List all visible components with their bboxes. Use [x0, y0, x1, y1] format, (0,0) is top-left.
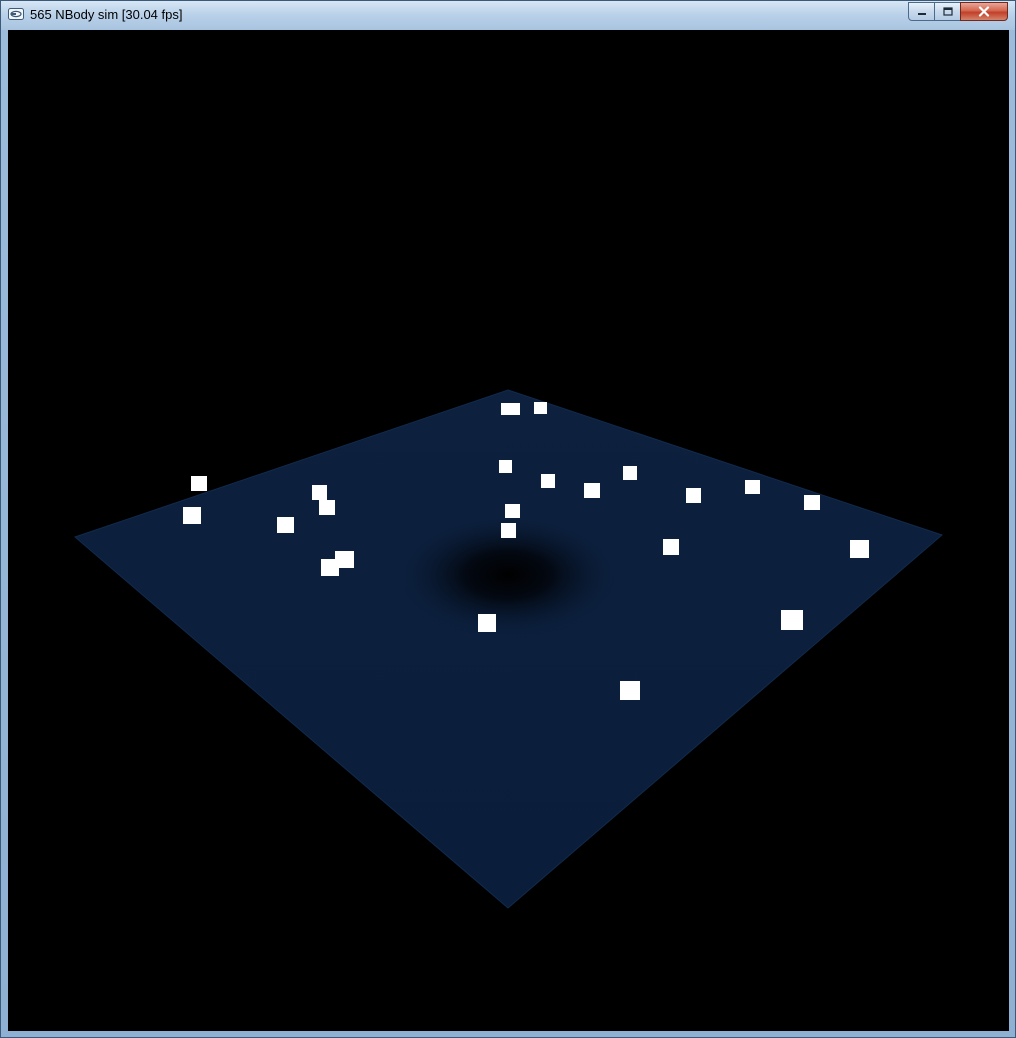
body — [623, 466, 637, 480]
body — [686, 488, 701, 503]
maximize-icon — [942, 7, 953, 16]
close-button[interactable] — [960, 2, 1008, 21]
body — [183, 507, 201, 524]
body — [505, 504, 520, 518]
window-bottom-border — [1, 1031, 1015, 1037]
body — [541, 474, 555, 488]
body — [781, 610, 803, 630]
body — [804, 495, 820, 510]
body — [501, 523, 516, 538]
body — [850, 540, 869, 558]
app-window: 565 NBody sim [30.04 fps] — [0, 0, 1016, 1038]
body — [319, 500, 335, 515]
body — [499, 460, 512, 473]
maximize-button[interactable] — [934, 2, 961, 21]
body — [509, 403, 520, 415]
body — [321, 559, 339, 576]
body — [478, 614, 496, 632]
window-title: 565 NBody sim [30.04 fps] — [30, 7, 183, 22]
body — [663, 539, 679, 555]
nbody-scene — [74, 389, 943, 909]
minimize-icon — [917, 12, 926, 15]
minimize-button[interactable] — [908, 2, 935, 21]
body — [745, 480, 760, 494]
close-icon — [978, 6, 990, 17]
render-viewport[interactable] — [8, 30, 1009, 1031]
app-window-icon — [8, 8, 24, 20]
body — [191, 476, 207, 491]
body — [277, 517, 294, 533]
body — [584, 483, 600, 498]
body — [312, 485, 327, 500]
body — [620, 681, 640, 700]
body — [534, 402, 547, 414]
title-bar[interactable]: 565 NBody sim [30.04 fps] — [1, 1, 1015, 30]
